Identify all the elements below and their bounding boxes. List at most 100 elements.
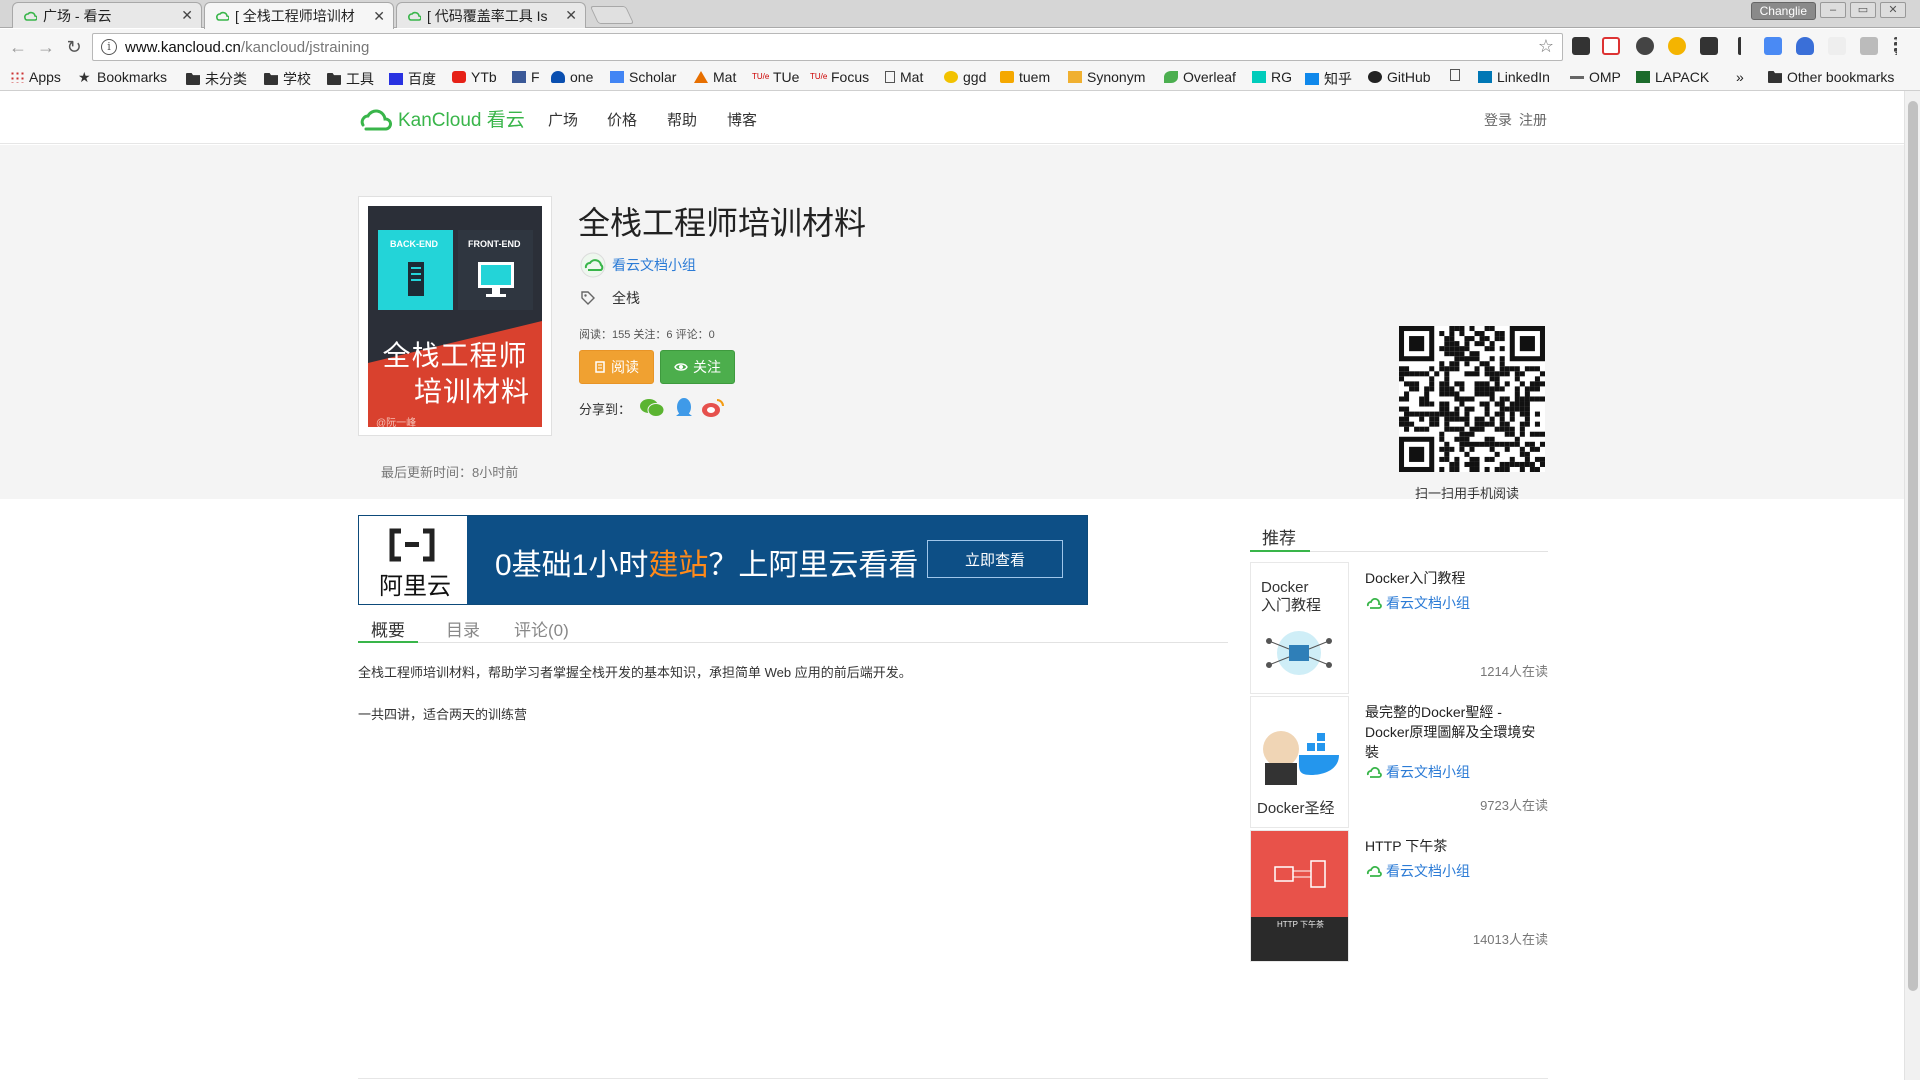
close-icon[interactable]: ✕ (181, 7, 193, 24)
bookmark-item[interactable]: RG (1252, 69, 1292, 85)
extension-i-icon[interactable] (1738, 37, 1742, 55)
tag-label[interactable]: 全栈 (612, 288, 640, 308)
close-icon[interactable]: ✕ (565, 7, 577, 24)
nav-pricing[interactable]: 价格 (607, 109, 637, 130)
qq-icon[interactable] (673, 397, 695, 419)
recommend-item[interactable]: Docker 入门教程 Docker入门教程 看云文档小组 1214人在读 (1250, 562, 1548, 696)
omp-icon (1570, 75, 1584, 79)
recommend-item-author[interactable]: 看云文档小组 (1366, 762, 1470, 782)
tab-summary[interactable]: 概要 (371, 616, 405, 641)
bookmark-item[interactable]: YTb (452, 69, 497, 85)
aliyun-ad-banner[interactable]: 阿里云 0基础1小时建站？上阿里云看看 立即查看 (358, 515, 1088, 605)
extension-gmail-icon[interactable] (1602, 37, 1620, 55)
browser-tab-active[interactable]: [ 全栈工程师培训材 ✕ (204, 2, 394, 29)
login-link[interactable]: 登录 (1484, 110, 1512, 130)
bookmark-folder[interactable]: 工具 (327, 69, 374, 89)
read-button[interactable]: 阅读 (579, 350, 654, 384)
back-arrow-icon[interactable]: ← (6, 35, 30, 59)
menu-dots-icon[interactable] (1894, 37, 1898, 55)
browser-tab[interactable]: [ 代码覆盖率工具 Is ✕ (396, 2, 586, 28)
kancloud-favicon-icon (216, 11, 229, 21)
bookmark-item[interactable]: Overleaf (1164, 69, 1236, 85)
recommend-item[interactable]: Docker圣经 最完整的Docker聖經 - Docker原理圖解及全環境安裝… (1250, 696, 1548, 830)
bookmark-item[interactable]: GitHub (1368, 69, 1431, 85)
new-tab-button[interactable] (589, 6, 635, 24)
recommend-item-author[interactable]: 看云文档小组 (1366, 861, 1470, 881)
recommend-item-author[interactable]: 看云文档小组 (1366, 593, 1470, 613)
page-scrollbar[interactable] (1904, 91, 1920, 1080)
extension-google-icon[interactable] (1764, 37, 1782, 55)
bookmark-item[interactable] (1450, 69, 1465, 81)
bookmark-label: Mat (713, 69, 737, 85)
bookmark-item[interactable]: LAPACK (1636, 69, 1709, 85)
read-button-label: 阅读 (611, 359, 639, 375)
book-cover[interactable]: BACK-END FRONT-END 全栈工程师 培训材料 @阮一峰 (358, 196, 552, 436)
bookmark-item[interactable]: Apps (10, 69, 61, 85)
bookmarks-overflow-button[interactable]: » (1736, 69, 1744, 85)
bookmark-item[interactable]: Synonym (1068, 69, 1145, 85)
bookmark-item[interactable]: LinkedIn (1478, 69, 1550, 85)
bookmark-item[interactable]: Scholar (610, 69, 676, 85)
bookmark-item[interactable]: F (512, 69, 540, 85)
bookmark-folder[interactable]: 未分类 (186, 69, 247, 89)
recommend-item-title[interactable]: 最完整的Docker聖經 - Docker原理圖解及全環境安裝 (1365, 702, 1545, 762)
matlab-icon (694, 71, 708, 83)
extension-evernote-icon[interactable] (1636, 37, 1654, 55)
reload-icon[interactable]: ↻ (62, 35, 86, 59)
bookmark-label: OMP (1589, 69, 1621, 85)
bookmark-item[interactable]: 百度 (389, 69, 436, 89)
aliyun-brand: 阿里云 (379, 573, 451, 600)
bookmark-item[interactable]: OMP (1570, 69, 1621, 85)
close-icon[interactable]: ✕ (373, 8, 385, 25)
bookmark-item[interactable]: ggd (944, 69, 986, 85)
bookmark-item[interactable]: tuem (1000, 69, 1050, 85)
window-close-button[interactable]: ✕ (1880, 2, 1906, 18)
wechat-icon[interactable] (639, 397, 665, 419)
book-author[interactable]: 看云文档小组 (580, 252, 696, 278)
bookmark-item[interactable]: Mat (885, 69, 923, 85)
forward-arrow-icon[interactable]: → (34, 35, 58, 59)
bookmark-folder[interactable]: 学校 (264, 69, 311, 89)
nav-square[interactable]: 广场 (548, 109, 578, 130)
onedrive-icon (551, 71, 565, 83)
bookmark-item[interactable]: TU/e TUe (752, 69, 799, 85)
nav-help[interactable]: 帮助 (667, 109, 697, 130)
nav-blog[interactable]: 博客 (727, 109, 757, 130)
minimize-button[interactable]: – (1820, 2, 1846, 18)
folder-icon (1768, 71, 1782, 83)
star-icon[interactable]: ☆ (1538, 36, 1554, 57)
follow-button[interactable]: 关注 (660, 350, 735, 384)
recommend-item-title[interactable]: HTTP 下午茶 (1365, 836, 1545, 856)
bookmark-item[interactable]: one (551, 69, 593, 85)
bookmark-item[interactable]: Mat (694, 69, 736, 85)
maximize-button[interactable]: ▭ (1850, 2, 1876, 18)
extension-chrome-icon[interactable] (1668, 37, 1686, 55)
bookmark-item[interactable]: 知乎 (1305, 69, 1352, 89)
site-logo[interactable]: KanCloud 看云 (358, 103, 525, 133)
ad-cta-button[interactable]: 立即查看 (927, 540, 1063, 578)
extension-font-icon[interactable] (1828, 37, 1846, 55)
scrollbar-thumb[interactable] (1908, 101, 1918, 991)
extension-layers-icon[interactable] (1860, 37, 1878, 55)
other-bookmarks-folder[interactable]: Other bookmarks (1768, 69, 1894, 85)
tab-comments[interactable]: 评论(0) (514, 616, 569, 641)
register-link[interactable]: 注册 (1519, 110, 1547, 130)
tab-toc[interactable]: 目录 (446, 616, 480, 641)
recommend-item-readers: 1214人在读 (1480, 664, 1548, 679)
bookmark-label: 学校 (283, 71, 311, 87)
extension-mic-icon[interactable] (1796, 37, 1814, 55)
bookmark-label: Bookmarks (97, 69, 168, 85)
kancloud-favicon-icon (408, 11, 421, 21)
recommend-cover-text: Docker圣经 (1257, 800, 1335, 817)
info-icon[interactable]: i (101, 39, 117, 55)
recommend-item[interactable]: HTTP 下午茶 HTTP 下午茶 看云文档小组 14013人在读 (1250, 830, 1548, 964)
profile-button[interactable]: Changlie (1750, 2, 1816, 20)
extension-adblock-icon[interactable] (1572, 37, 1590, 55)
browser-tab[interactable]: 广场 - 看云 ✕ (12, 2, 202, 28)
weibo-icon[interactable] (701, 397, 725, 419)
bookmark-item[interactable]: ★ Bookmarks (78, 69, 167, 85)
extension-pocket-icon[interactable] (1700, 37, 1718, 55)
recommend-item-title[interactable]: Docker入门教程 (1365, 568, 1545, 588)
bookmark-item[interactable]: TU/e Focus (810, 69, 869, 85)
address-bar[interactable]: i www.kancloud.cn/kancloud/jstraining ☆ (92, 33, 1563, 61)
